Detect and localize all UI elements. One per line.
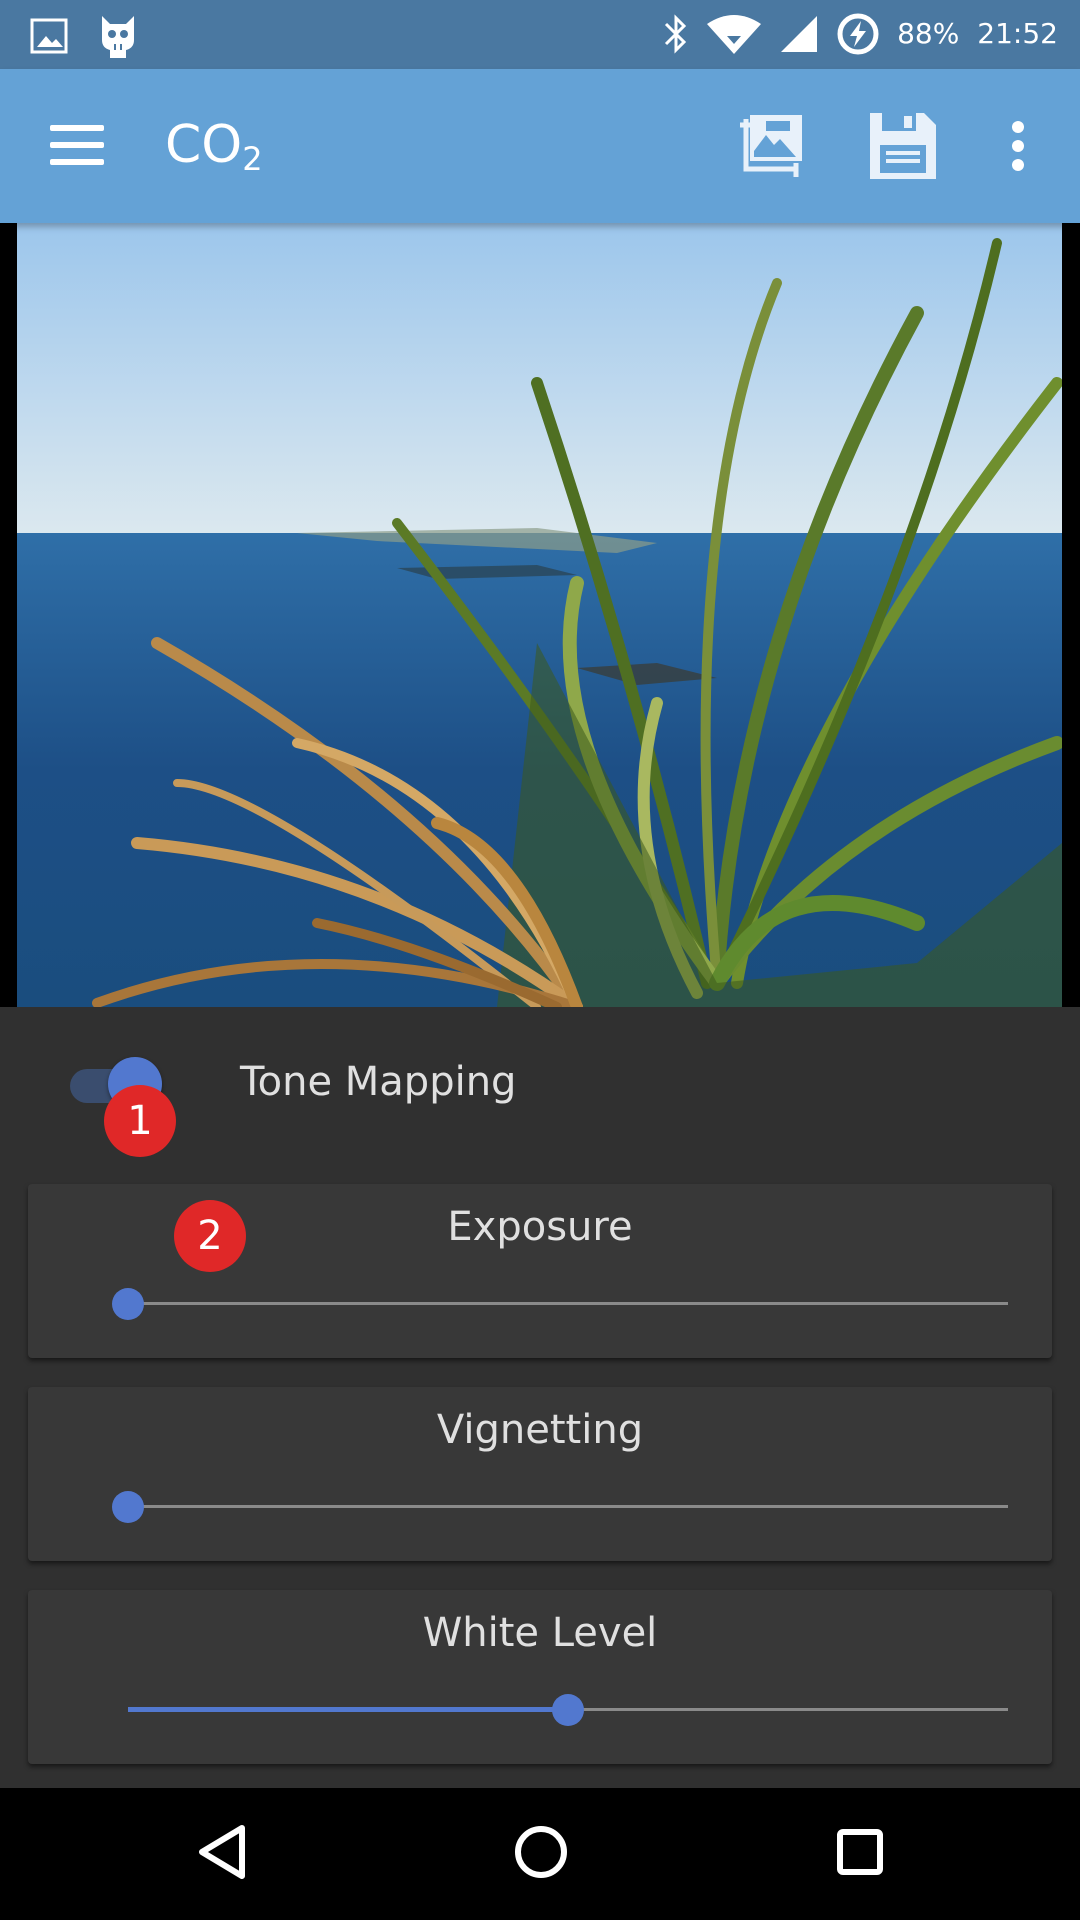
battery-percent: 88% xyxy=(897,17,960,50)
photo-frame xyxy=(0,223,1080,1007)
settings-panel: 1 Tone Mapping Exposure 2 Vignetting Whi… xyxy=(0,1007,1080,1788)
photo-preview[interactable] xyxy=(17,223,1062,1007)
status-bar: 88% 21:52 xyxy=(0,0,1080,69)
slider-rail xyxy=(128,1302,1008,1305)
tone-mapping-label: Tone Mapping xyxy=(240,1059,517,1105)
back-icon[interactable] xyxy=(196,1824,248,1880)
crop-photo-icon[interactable] xyxy=(736,111,806,181)
app-bar: CO2 xyxy=(0,69,1080,223)
white-level-label: White Level xyxy=(422,1610,658,1656)
annotation-badge-1: 1 xyxy=(104,1085,176,1157)
slider-fill xyxy=(128,1707,568,1712)
white-level-card: White Level xyxy=(28,1590,1052,1764)
menu-icon[interactable] xyxy=(50,125,104,165)
slider-knob[interactable] xyxy=(112,1288,144,1320)
battery-charging-icon xyxy=(837,13,879,55)
app-title: CO2 xyxy=(165,113,263,191)
wifi-icon xyxy=(707,15,762,54)
recents-icon[interactable] xyxy=(836,1828,884,1876)
exposure-card: Exposure xyxy=(28,1184,1052,1358)
app-title-subscript: 2 xyxy=(242,140,263,178)
gallery-icon xyxy=(30,18,68,54)
clock: 21:52 xyxy=(977,17,1058,50)
bluetooth-icon xyxy=(665,14,687,54)
save-icon[interactable] xyxy=(868,111,938,181)
cyanogen-icon xyxy=(102,16,134,58)
app-title-main: CO xyxy=(165,115,243,175)
home-icon[interactable] xyxy=(513,1824,569,1880)
slider-rail xyxy=(128,1505,1008,1508)
vignetting-label: Vignetting xyxy=(436,1407,644,1453)
vignetting-card: Vignetting xyxy=(28,1387,1052,1561)
signal-icon xyxy=(781,16,818,52)
slider-knob[interactable] xyxy=(112,1491,144,1523)
exposure-slider[interactable] xyxy=(100,1284,1008,1324)
overflow-menu-icon[interactable] xyxy=(1006,121,1030,171)
navigation-bar xyxy=(0,1788,1080,1920)
vignetting-slider[interactable] xyxy=(100,1487,1008,1527)
white-level-slider[interactable] xyxy=(100,1690,1008,1730)
slider-knob[interactable] xyxy=(552,1694,584,1726)
annotation-badge-2: 2 xyxy=(174,1200,246,1272)
